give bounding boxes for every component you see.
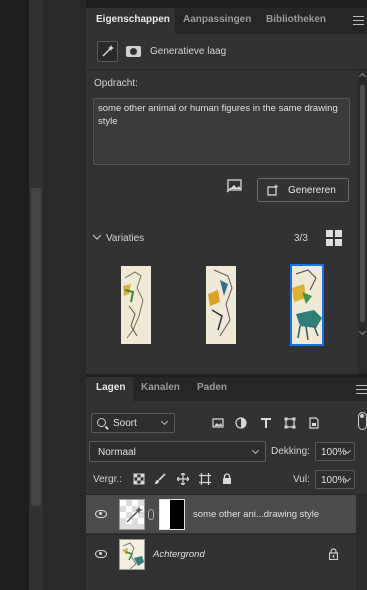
variations-count: 3/3 bbox=[294, 233, 308, 244]
tab-lagen[interactable]: Lagen bbox=[86, 377, 133, 401]
opacity-value: 100% bbox=[321, 447, 347, 458]
opacity-label: Dekking: bbox=[271, 446, 310, 457]
generate-icon bbox=[267, 184, 279, 196]
tab-aanpassingen[interactable]: Aanpassingen bbox=[175, 8, 258, 34]
layers-tab-bar: Lagen Kanalen Paden bbox=[86, 377, 367, 401]
panel-menu-icon[interactable] bbox=[353, 16, 364, 25]
layer-name: some other ani...drawing style bbox=[193, 509, 320, 520]
variation-thumbnail-3[interactable] bbox=[290, 264, 324, 346]
layer-mask-thumbnail[interactable] bbox=[159, 499, 185, 530]
variation-art bbox=[292, 269, 322, 341]
layer-thumbnail bbox=[119, 499, 145, 530]
properties-panel: Eigenschappen Aanpassingen Bibliotheken … bbox=[86, 8, 367, 374]
wand-icon bbox=[102, 45, 114, 57]
type-filter-icon[interactable] bbox=[260, 417, 272, 429]
variation-thumbnail-1[interactable] bbox=[121, 266, 151, 344]
properties-scrollbar-thumb[interactable] bbox=[360, 85, 365, 322]
chevron-down-icon bbox=[160, 417, 169, 426]
generate-button[interactable]: Genereren bbox=[257, 178, 349, 202]
chevron-down-icon bbox=[251, 446, 260, 455]
fill-value: 100% bbox=[321, 475, 347, 486]
variation-thumbnail-2[interactable] bbox=[206, 266, 236, 344]
lock-artboard-icon[interactable] bbox=[199, 473, 211, 485]
shape-filter-icon[interactable] bbox=[284, 417, 296, 429]
prompt-input[interactable]: some other animal or human figures in th… bbox=[93, 98, 350, 165]
fill-label: Vul: bbox=[293, 474, 310, 485]
pixel-filter-icon[interactable] bbox=[212, 417, 224, 429]
dock-gap bbox=[43, 0, 86, 590]
properties-tab-bar: Eigenschappen Aanpassingen Bibliotheken bbox=[86, 8, 367, 34]
eye-icon[interactable] bbox=[95, 550, 107, 558]
adjustment-filter-icon[interactable] bbox=[235, 417, 247, 429]
link-icon[interactable] bbox=[148, 509, 154, 520]
layer-row[interactable]: Achtergrond bbox=[86, 534, 356, 573]
prompt-label: Opdracht: bbox=[94, 78, 138, 89]
canvas-scrollbar-thumb[interactable] bbox=[31, 188, 41, 506]
tab-bibliotheken[interactable]: Bibliotheken bbox=[258, 8, 340, 34]
filter-toggle[interactable] bbox=[358, 412, 367, 430]
layer-thumbnail-art bbox=[122, 542, 144, 569]
opacity-field[interactable]: 100% bbox=[315, 442, 355, 461]
fill-field[interactable]: 100% bbox=[315, 470, 355, 489]
filter-label: Soort bbox=[113, 418, 137, 429]
chevron-down-icon[interactable] bbox=[92, 232, 102, 242]
lock-paint-icon[interactable] bbox=[154, 473, 166, 485]
lock-icon[interactable] bbox=[329, 548, 338, 560]
layers-panel: Lagen Kanalen Paden Soort Normaal Dekkin… bbox=[86, 377, 367, 590]
variation-art bbox=[208, 269, 233, 337]
tab-eigenschappen[interactable]: Eigenschappen bbox=[86, 8, 175, 34]
layer-filter-select[interactable]: Soort bbox=[91, 413, 175, 433]
lock-move-icon[interactable] bbox=[177, 473, 189, 485]
tab-kanalen[interactable]: Kanalen bbox=[133, 377, 189, 401]
layer-thumbnail-art bbox=[120, 500, 144, 529]
grid-view-icon[interactable] bbox=[326, 230, 343, 247]
image-icon[interactable] bbox=[226, 179, 243, 194]
layer-thumbnail bbox=[119, 539, 145, 570]
lock-label: Vergr.: bbox=[93, 474, 122, 485]
lock-transparent-icon[interactable] bbox=[133, 473, 145, 485]
eye-icon[interactable] bbox=[95, 510, 107, 518]
blend-mode-value: Normaal bbox=[98, 447, 136, 458]
search-icon bbox=[97, 418, 106, 427]
blend-mode-select[interactable]: Normaal bbox=[89, 441, 266, 462]
layer-type-row: Generatieve laag bbox=[86, 34, 367, 70]
lock-all-icon[interactable] bbox=[221, 473, 233, 485]
generate-label: Genereren bbox=[288, 185, 336, 196]
layer-name: Achtergrond bbox=[153, 549, 205, 560]
variation-art bbox=[123, 271, 144, 339]
layer-row[interactable]: some other ani...drawing style bbox=[86, 494, 356, 533]
variations-label: Variaties bbox=[106, 233, 145, 244]
tab-paden[interactable]: Paden bbox=[189, 377, 235, 401]
wand-button[interactable] bbox=[97, 41, 118, 62]
layer-type-label: Generatieve laag bbox=[150, 46, 227, 57]
panel-menu-icon[interactable] bbox=[356, 385, 367, 394]
smart-object-filter-icon[interactable] bbox=[308, 417, 320, 429]
canvas-edge bbox=[0, 0, 29, 590]
mask-icon[interactable] bbox=[126, 46, 141, 57]
layers-scrollbar[interactable] bbox=[356, 494, 367, 590]
